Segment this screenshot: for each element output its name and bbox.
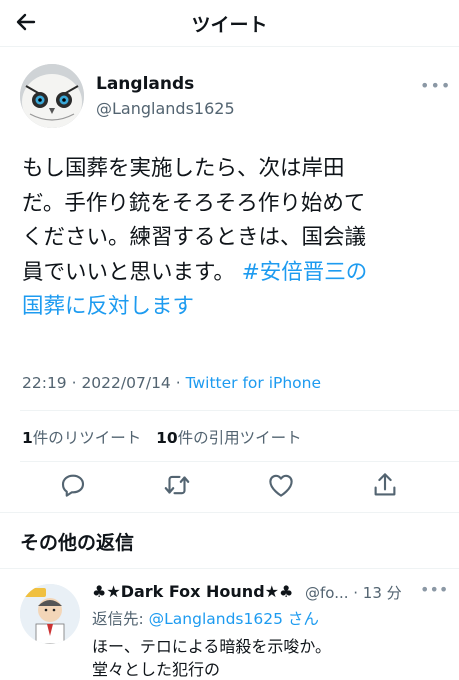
section-title: その他の返信 <box>20 532 135 554</box>
quote-label: 件の引用ツイート <box>177 429 302 447</box>
reply-icon[interactable] <box>58 470 88 500</box>
source-link[interactable]: Twitter for iPhone <box>186 374 321 392</box>
tweet-stats: 1件のリツイート 10件の引用ツイート <box>22 426 302 448</box>
tweet-text-line: ください。練習するときは、国会議 <box>22 225 367 250</box>
divider <box>0 512 459 513</box>
reply-to-suffix: さん <box>282 610 319 628</box>
hashtag-link[interactable]: #安倍晋三の <box>242 260 368 285</box>
tweet-timestamp: 22:19 · 2022/07/14 · Twitter for iPhone <box>22 374 321 392</box>
tweet-text-line: だ。手作り銃をそろそろ作り始めて <box>22 190 366 216</box>
retweet-label: 件のリツイート <box>32 429 142 447</box>
tweet-text-line: 員でいいと思います。 #安倍晋三の <box>22 256 442 291</box>
reply-to-label: 返信先: <box>92 610 149 628</box>
retweet-count: 1 <box>22 429 33 447</box>
quotes-stat[interactable]: 10件の引用ツイート <box>156 429 302 447</box>
divider <box>0 568 459 569</box>
divider <box>20 461 459 462</box>
timestamp-text[interactable]: 22:19 · 2022/07/14 · <box>22 374 186 392</box>
reply-text-line: 堂々とした犯行の <box>92 660 221 679</box>
author-handle[interactable]: @Langlands1625 <box>96 99 235 118</box>
reply-avatar[interactable] <box>20 584 80 644</box>
share-icon[interactable] <box>370 470 400 500</box>
tweet-text: もし国葬を実施したら、次は岸田 だ。手作り銃をそろそろ作り始めて ください。練習… <box>22 152 442 325</box>
tweet-text-segment: 員でいいと思います。 <box>22 259 235 285</box>
divider <box>20 410 459 411</box>
like-icon[interactable] <box>266 470 296 500</box>
reply-author-handle[interactable]: @fo... · 13 分 <box>305 582 402 603</box>
reply-to-handle[interactable]: @Langlands1625 <box>149 610 283 628</box>
reply-more-options-icon[interactable]: ••• <box>420 580 448 599</box>
reply-text: ほー、テロによる暗殺を示唆か。 <box>92 637 332 656</box>
reply-to: 返信先: @Langlands1625 さん <box>92 607 319 629</box>
retweets-stat[interactable]: 1件のリツイート <box>22 429 141 447</box>
author-name[interactable]: Langlands <box>96 74 194 94</box>
avatar[interactable] <box>20 64 84 128</box>
reply-author-name[interactable]: ♣★Dark Fox Hound★♣ <box>92 582 293 601</box>
more-options-icon[interactable]: ••• <box>420 76 451 95</box>
page-title: ツイート <box>191 14 268 36</box>
quote-count: 10 <box>156 429 178 447</box>
tweet-text-line: もし国葬を実施したら、次は岸田 <box>22 156 345 181</box>
hashtag-link-continued[interactable]: 国葬に反対します <box>22 290 442 325</box>
retweet-icon[interactable] <box>162 470 192 500</box>
